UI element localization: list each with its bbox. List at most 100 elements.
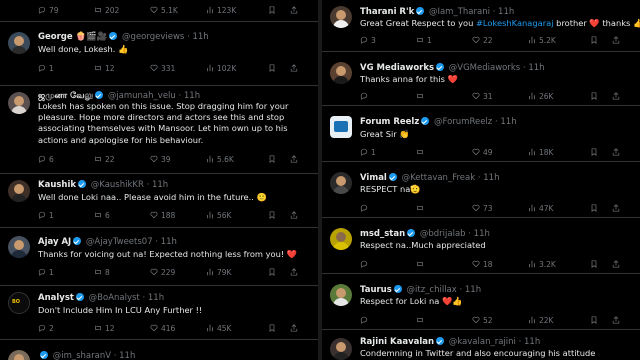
- tweet-time[interactable]: · 11h: [114, 351, 136, 360]
- repost-button[interactable]: 12: [94, 64, 115, 74]
- author-handle[interactable]: @BoAnalyst: [89, 293, 140, 303]
- tweet-time[interactable]: · 11h: [478, 173, 500, 183]
- share-button[interactable]: [290, 6, 298, 16]
- author-name[interactable]: Tharani R'k: [360, 7, 414, 17]
- tweet-time[interactable]: · 11h: [468, 229, 490, 239]
- reply-button[interactable]: 3: [360, 36, 376, 46]
- tweet-partial-bottom[interactable]: @im_sharanV · 11h: [0, 340, 318, 360]
- author-handle[interactable]: @Kettavan_Freak: [402, 173, 476, 183]
- tweet[interactable]: Forum Reelz @ForumReelz · 11h Great Sir …: [322, 106, 640, 162]
- reply-button[interactable]: [360, 204, 371, 214]
- author-name[interactable]: George 🍿🎬🎥: [38, 32, 107, 42]
- views-button[interactable]: 18K: [528, 148, 553, 158]
- author-name[interactable]: Kaushik: [38, 180, 76, 190]
- bookmark-button[interactable]: [590, 316, 598, 326]
- views-button[interactable]: 123K: [206, 6, 236, 16]
- avatar[interactable]: [330, 338, 352, 360]
- tweet-partial-bottom[interactable]: Rajini Kaavalan @kavalan_rajini · 11h Co…: [322, 330, 640, 360]
- reply-button[interactable]: 1: [360, 148, 376, 158]
- tweet[interactable]: ஜமுனா வேலு @jamunah_velu · 11h Lokesh ha…: [0, 86, 318, 174]
- author-handle[interactable]: @bdrijalab: [420, 229, 466, 239]
- avatar[interactable]: BO: [8, 292, 30, 314]
- author-name[interactable]: ஜமுனா வேலு: [38, 91, 93, 101]
- tweet-time[interactable]: · 11h: [155, 237, 177, 247]
- share-button[interactable]: [612, 260, 620, 270]
- share-button[interactable]: [290, 268, 298, 278]
- tweet[interactable]: BO Analyst @BoAnalyst · 11h Don't Includ…: [0, 286, 318, 340]
- views-button[interactable]: 5.2K: [528, 36, 556, 46]
- views-button[interactable]: 79K: [206, 268, 231, 278]
- share-button[interactable]: [612, 36, 620, 46]
- tweet[interactable]: Ajay AJ @AjayTweets07 · 11h Thanks for v…: [0, 228, 318, 286]
- repost-button[interactable]: [416, 316, 427, 326]
- avatar[interactable]: [330, 116, 352, 138]
- avatar[interactable]: [330, 172, 352, 194]
- author-handle[interactable]: @VGMediaworks: [449, 63, 520, 73]
- avatar[interactable]: [8, 236, 30, 258]
- reply-button[interactable]: 1: [38, 64, 54, 74]
- tweet[interactable]: Taurus @itz_chillax · 11h Respect for Lo…: [322, 274, 640, 330]
- views-button[interactable]: 47K: [528, 204, 553, 214]
- tweet-time[interactable]: · 11h: [179, 91, 201, 101]
- repost-button[interactable]: 12: [94, 324, 115, 334]
- tweet-time[interactable]: · 11h: [519, 337, 541, 347]
- avatar[interactable]: [330, 228, 352, 250]
- like-button[interactable]: 188: [150, 211, 175, 221]
- reply-button[interactable]: 2: [38, 324, 54, 334]
- share-button[interactable]: [612, 204, 620, 214]
- avatar[interactable]: [8, 350, 30, 360]
- views-button[interactable]: 56K: [206, 211, 231, 221]
- hashtag-link[interactable]: #LokeshKanagaraj: [476, 18, 554, 28]
- bookmark-button[interactable]: [268, 155, 276, 165]
- tweet-time[interactable]: · 11h: [460, 285, 482, 295]
- share-button[interactable]: [612, 92, 620, 102]
- bookmark-button[interactable]: [590, 260, 598, 270]
- like-button[interactable]: 331: [150, 64, 175, 74]
- views-button[interactable]: 5.6K: [206, 155, 234, 165]
- views-button[interactable]: 102K: [206, 64, 236, 74]
- like-button[interactable]: 39: [150, 155, 171, 165]
- reply-button[interactable]: 6: [38, 155, 54, 165]
- views-button[interactable]: 45K: [206, 324, 231, 334]
- repost-button[interactable]: [416, 92, 427, 102]
- author-handle[interactable]: @ForumReelz: [434, 117, 492, 127]
- like-button[interactable]: 18: [472, 260, 493, 270]
- like-button[interactable]: 31: [472, 92, 493, 102]
- bookmark-button[interactable]: [268, 324, 276, 334]
- reply-button[interactable]: [360, 92, 371, 102]
- like-button[interactable]: 229: [150, 268, 175, 278]
- avatar[interactable]: [8, 180, 30, 202]
- bookmark-button[interactable]: [590, 204, 598, 214]
- author-name[interactable]: Taurus: [360, 285, 392, 295]
- tweet[interactable]: Kaushik @KaushikKR · 11h Well done Loki …: [0, 174, 318, 228]
- repost-button[interactable]: [416, 148, 427, 158]
- author-handle[interactable]: @Iam_Tharani: [429, 7, 490, 17]
- share-button[interactable]: [290, 64, 298, 74]
- like-button[interactable]: 52: [472, 316, 493, 326]
- author-name[interactable]: Rajini Kaavalan: [360, 337, 434, 347]
- tweet[interactable]: George 🍿🎬🎥 @georgeviews · 11h Well done,…: [0, 22, 318, 86]
- share-button[interactable]: [290, 155, 298, 165]
- avatar[interactable]: [330, 62, 352, 84]
- reply-button[interactable]: [360, 316, 371, 326]
- like-button[interactable]: 5.1K: [150, 6, 178, 16]
- reply-button[interactable]: 1: [38, 268, 54, 278]
- tweet-time[interactable]: · 11h: [142, 293, 164, 303]
- tweet[interactable]: VG Mediaworks @VGMediaworks · 11h Thanks…: [322, 52, 640, 106]
- author-name[interactable]: VG Mediaworks: [360, 63, 434, 73]
- tweet-time[interactable]: · 11h: [523, 63, 545, 73]
- like-button[interactable]: 49: [472, 148, 493, 158]
- tweet-time[interactable]: · 11h: [187, 32, 209, 42]
- repost-button[interactable]: 8: [94, 268, 110, 278]
- repost-button[interactable]: 1: [416, 36, 432, 46]
- views-button[interactable]: 26K: [528, 92, 553, 102]
- views-button[interactable]: 3.2K: [528, 260, 556, 270]
- author-name[interactable]: msd_stan: [360, 229, 405, 239]
- reply-button[interactable]: [360, 260, 371, 270]
- author-name[interactable]: Ajay AJ: [38, 237, 71, 247]
- bookmark-button[interactable]: [268, 211, 276, 221]
- tweet[interactable]: Vimal @Kettavan_Freak · 11h RESPECT na🫡 …: [322, 162, 640, 218]
- repost-button[interactable]: 202: [94, 6, 119, 16]
- like-button[interactable]: 416: [150, 324, 175, 334]
- repost-button[interactable]: 6: [94, 211, 110, 221]
